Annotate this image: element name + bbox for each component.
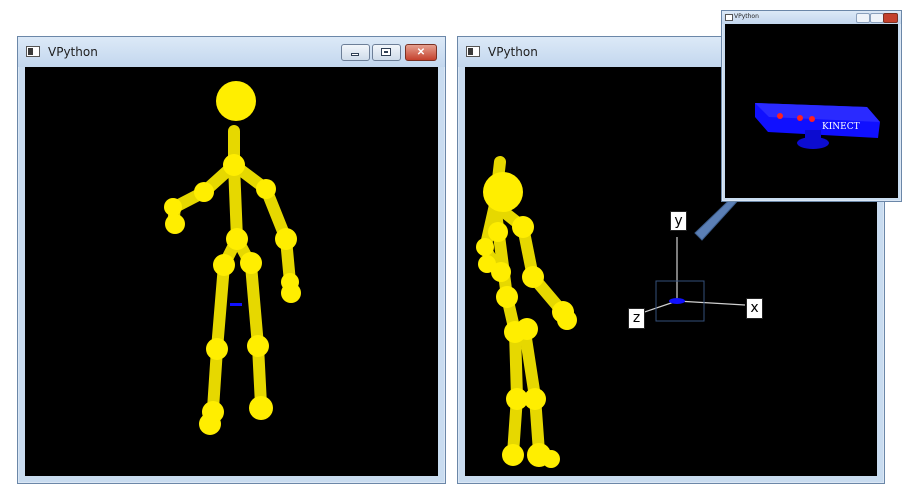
y-axis-label: y: [670, 211, 687, 231]
minimize-icon: [351, 53, 359, 56]
kinect-sensor-model: [755, 103, 880, 149]
maximize-button[interactable]: [870, 13, 884, 23]
inset-title-bar[interactable]: VPython: [722, 11, 901, 24]
skeleton-front-view: [164, 81, 301, 435]
x-axis-label: x: [746, 298, 763, 319]
left-3d-canvas[interactable]: [25, 67, 438, 476]
kinect-label: KINECT: [822, 122, 860, 132]
inset-3d-canvas[interactable]: KINECT: [725, 24, 898, 198]
close-button[interactable]: [883, 13, 898, 23]
left-title-bar[interactable]: VPython ✕: [18, 37, 445, 67]
maximize-icon: [381, 48, 391, 56]
app-window-icon: [725, 14, 733, 21]
left-window[interactable]: VPython ✕: [17, 36, 446, 484]
close-icon: ✕: [416, 47, 426, 58]
app-window-icon: [466, 46, 480, 57]
inset-window-title: VPython: [734, 13, 759, 20]
app-window-icon: [26, 46, 40, 57]
z-axis-label: z: [628, 308, 645, 329]
left-window-title: VPython: [48, 45, 98, 59]
minimize-button[interactable]: [341, 44, 370, 61]
maximize-button[interactable]: [372, 44, 401, 61]
minimize-button[interactable]: [856, 13, 870, 23]
close-button[interactable]: ✕: [405, 44, 437, 61]
inset-window[interactable]: VPython KINECT: [721, 10, 902, 202]
right-window-title: VPython: [488, 45, 538, 59]
